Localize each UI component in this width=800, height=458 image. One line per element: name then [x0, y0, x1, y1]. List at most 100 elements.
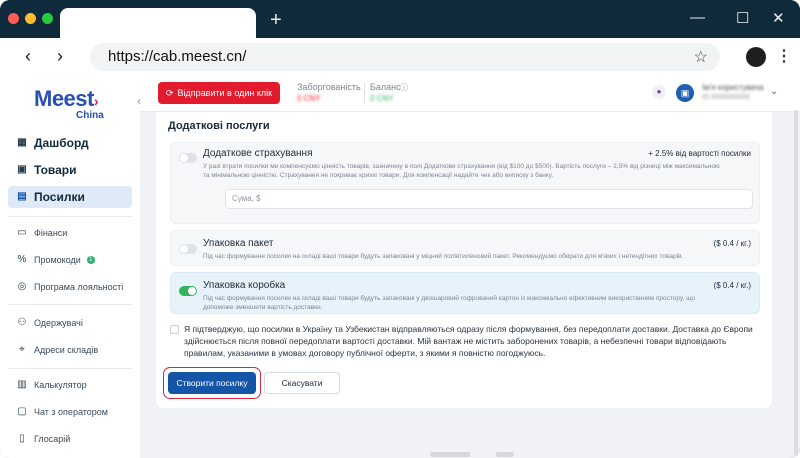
browser-menu-icon[interactable]: ⋮ [776, 46, 792, 66]
box-packaging-toggle[interactable] [179, 286, 197, 296]
collapse-sidebar-icon[interactable]: ‹ [137, 94, 141, 108]
sidebar-divider [8, 368, 132, 369]
sidebar-item-label: Адреси складів [34, 345, 99, 355]
sidebar-item-label: Товари [34, 163, 77, 177]
address-bar[interactable]: https://cab.meest.cn/ ☆ [90, 43, 720, 71]
sidebar-item-promocodes[interactable]: % Промокоди 1 [8, 249, 132, 271]
sidebar-item-finance[interactable]: ▭ Фінанси [8, 222, 132, 244]
logo-mark-icon: › [93, 93, 99, 109]
close-dot[interactable] [8, 13, 19, 24]
wallet-icon: ▭ [17, 227, 27, 238]
sidebar: Meest› China ▦ Дашборд ▣ Товари ▤ Посилк… [0, 76, 140, 458]
promo-count-badge: 1 [86, 256, 95, 264]
minimize-icon[interactable]: — [690, 9, 705, 26]
loyalty-icon: ◎ [17, 281, 27, 292]
profile-avatar[interactable] [746, 47, 766, 67]
browser-window: + — ☐ ✕ ‹ › https://cab.meest.cn/ ☆ ⋮ Me… [0, 0, 800, 458]
sidebar-divider [8, 304, 132, 305]
send-icon: ⟳ [165, 87, 174, 98]
dashboard-icon: ▦ [17, 137, 27, 148]
sidebar-item-recipients[interactable]: ⚇ Одержувачі [8, 312, 132, 334]
sidebar-item-label: Одержувачі [34, 318, 83, 328]
option-title: Упаковка пакет [203, 238, 274, 249]
option-price: + 2.5% від вартості посилки [648, 149, 751, 158]
sidebar-item-label: Фінанси [34, 228, 68, 238]
option-price: ($ 0.4 / кг.) [713, 239, 751, 248]
browser-toolbar: ‹ › https://cab.meest.cn/ ☆ ⋮ [0, 38, 800, 76]
balance-value: 0 CNY [370, 94, 394, 103]
balance-label: Баланс [370, 82, 401, 92]
minimize-dot[interactable] [25, 13, 36, 24]
sidebar-item-label: Промокоди [34, 255, 81, 265]
sidebar-item-dashboard[interactable]: ▦ Дашборд [8, 132, 132, 154]
location-pin-icon: ⌖ [19, 344, 25, 355]
bookmark-star-icon[interactable]: ☆ [694, 47, 708, 67]
option-description: У разі втрати посилки ми компенсуємо цін… [203, 163, 720, 179]
new-tab-button[interactable]: + [270, 10, 282, 30]
sidebar-item-glossary[interactable]: ▯ Глосарій [8, 428, 132, 450]
user-name: Ім'я користувача [702, 83, 764, 92]
sidebar-item-label: Глосарій [34, 434, 71, 444]
meest-logo[interactable]: Meest› China [34, 86, 104, 121]
sidebar-item-label: Програма лояльності [34, 282, 124, 292]
forward-icon[interactable]: › [50, 46, 70, 67]
logo-subtitle: China [76, 110, 104, 121]
consent-text: Я підтверджую, що посилки в Україну та У… [184, 324, 753, 358]
browser-tab[interactable] [60, 8, 256, 38]
sidebar-item-label: Посилки [34, 190, 85, 204]
consent-checkbox[interactable] [170, 325, 179, 334]
sidebar-item-label: Чат з оператором [34, 407, 108, 417]
maximize-icon[interactable]: ☐ [736, 9, 749, 27]
sidebar-item-label: Дашборд [34, 136, 89, 150]
page-scrollbar[interactable] [794, 110, 798, 456]
sidebar-item-parcels[interactable]: ▤ Посилки [8, 186, 132, 208]
notifications-bell-icon[interactable]: ● [652, 85, 666, 99]
option-price: ($ 0.4 / кг.) [713, 281, 751, 290]
header-divider [364, 82, 365, 104]
logo-text: Meest [34, 86, 94, 111]
service-option-box: Упаковка коробка ($ 0.4 / кг.) Під час ф… [170, 272, 760, 314]
chat-icon: ▢ [17, 406, 27, 417]
book-icon: ▯ [19, 433, 25, 444]
option-title: Додаткове страхування [203, 148, 313, 159]
sidebar-item-goods[interactable]: ▣ Товари [8, 159, 132, 181]
service-option-bag: Упаковка пакет ($ 0.4 / кг.) Під час фор… [170, 230, 760, 266]
debt-value: 0 CNY [297, 94, 321, 103]
debt-label: Заборгованість [297, 82, 361, 92]
percent-icon: % [17, 254, 27, 265]
send-one-click-button[interactable]: ⟳ Відправити в один клік [158, 82, 280, 104]
user-id: ID 0000000000 [702, 94, 750, 101]
chevron-down-icon[interactable]: ⌄ [770, 86, 778, 97]
service-option-insurance: Додаткове страхування + 2.5% від вартост… [170, 142, 760, 224]
sidebar-item-chat[interactable]: ▢ Чат з оператором [8, 401, 132, 423]
box-icon: ▣ [17, 164, 27, 175]
option-title: Упаковка коробка [203, 280, 286, 291]
back-icon[interactable]: ‹ [18, 46, 38, 67]
parcel-icon: ▤ [17, 191, 27, 202]
zoom-dot[interactable] [42, 13, 53, 24]
sidebar-divider [8, 216, 132, 217]
sidebar-item-loyalty[interactable]: ◎ Програма лояльності [8, 276, 132, 298]
sidebar-item-warehouses[interactable]: ⌖ Адреси складів [8, 339, 132, 361]
app-root: Meest› China ▦ Дашборд ▣ Товари ▤ Посилк… [0, 76, 800, 458]
section-title: Додаткові послуги [168, 120, 270, 132]
info-icon[interactable]: ⓘ [400, 82, 408, 93]
send-one-click-label: Відправити в один клік [177, 88, 273, 98]
option-description: Під час формування посилки на складі ваш… [203, 295, 695, 311]
cancel-button[interactable]: Скасувати [264, 372, 340, 394]
tab-bar: + — ☐ ✕ [0, 0, 800, 38]
create-parcel-button[interactable]: Створити посилку [168, 372, 256, 394]
app-header: ‹ ⟳ Відправити в один клік Заборгованіст… [137, 76, 800, 112]
insurance-amount-input[interactable]: Сума, $ [225, 189, 753, 209]
close-icon[interactable]: ✕ [772, 9, 785, 27]
sidebar-item-label: Калькулятор [34, 380, 87, 390]
user-avatar[interactable]: ▣ [676, 84, 694, 102]
services-card: Додаткові послуги Додаткове страхування … [156, 112, 772, 408]
people-icon: ⚇ [17, 317, 27, 328]
sidebar-item-calculator[interactable]: ▥ Калькулятор [8, 374, 132, 396]
bag-packaging-toggle[interactable] [179, 244, 197, 254]
insurance-toggle[interactable] [179, 153, 197, 163]
option-description: Під час формування посилки на складі ваш… [203, 253, 684, 260]
url-text: https://cab.meest.cn/ [108, 48, 247, 65]
calculator-icon: ▥ [17, 379, 27, 390]
